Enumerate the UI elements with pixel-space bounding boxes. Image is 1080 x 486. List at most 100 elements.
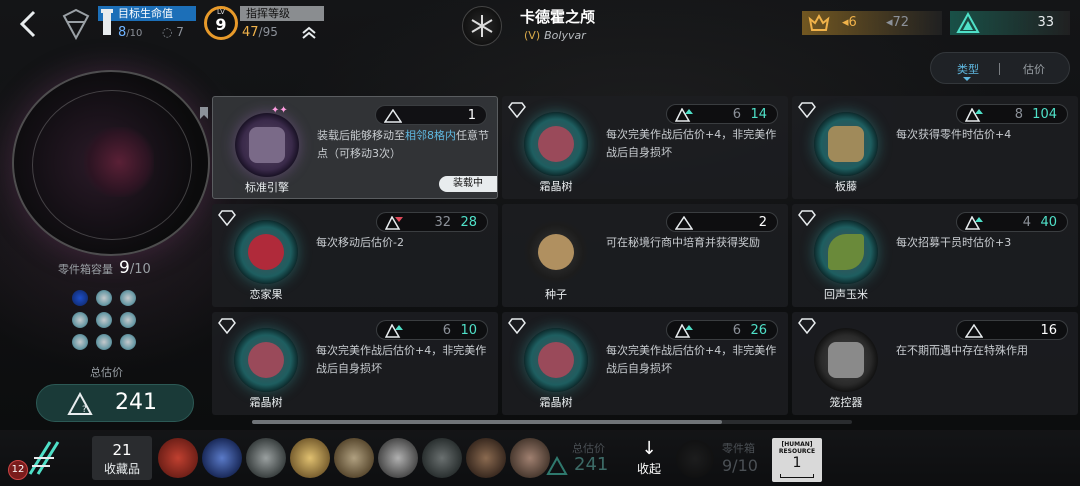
slot-empty: [72, 290, 88, 306]
human-resource-value: 1: [792, 455, 802, 471]
part-card-cage-controller[interactable]: 16 在不期而遇中存在特殊作用 笼控器: [792, 312, 1078, 415]
diamond-icon: [798, 210, 816, 226]
collection-button[interactable]: 21 收藏品: [92, 436, 152, 480]
relic-item-icon[interactable]: [246, 438, 286, 478]
gold-value-2: ◂72: [886, 15, 910, 30]
shield-value: ◌ 7: [162, 25, 184, 39]
character-subtitle: (V) Bolyvar: [524, 29, 586, 42]
card-description: 每次完美作战后估价+4，非完美作战后自身损坏: [606, 128, 777, 159]
arrow-down-icon: ↓: [641, 438, 657, 459]
card-description: 在不期而遇中存在特殊作用: [896, 344, 1028, 357]
collapse-button[interactable]: ↓ 收起: [628, 440, 670, 480]
diamond-icon: [218, 318, 236, 334]
chevron-down-icon: [963, 77, 971, 81]
equipped-tag: 装载中: [439, 176, 497, 192]
card-description: 装载后能够移动至相邻8格内任意节点（可移动3次）: [317, 129, 489, 160]
card-description: 每次获得零件时估价+4: [896, 128, 1012, 141]
card-name: 笼控器: [829, 396, 863, 409]
relic-item-icon[interactable]: [378, 438, 418, 478]
part-card-echo-corn[interactable]: 4 40 每次招募干员时估价+3 回声玉米: [792, 204, 1078, 307]
frost-crystal-tree-icon: [234, 328, 298, 392]
divider: [999, 63, 1000, 75]
back-button[interactable]: [10, 6, 46, 42]
slot-filled: [120, 290, 136, 306]
card-price: 6 10: [376, 320, 488, 340]
sort-toggle[interactable]: 类型 估价: [930, 52, 1070, 84]
diamond-icon: [798, 102, 816, 118]
teal-currency[interactable]: 33: [950, 11, 1070, 35]
frost-crystal-tree-icon: [524, 328, 588, 392]
card-name: 种子: [545, 288, 567, 301]
card-price: 2: [666, 212, 778, 232]
card-price: 6 26: [666, 320, 778, 340]
relic-item-icon[interactable]: [290, 438, 330, 478]
slot-filled: [96, 290, 112, 306]
card-price: 6 14: [666, 104, 778, 124]
part-card-frost-crystal-tree[interactable]: 6 26 每次完美作战后估价+4，非完美作战后自身损坏 霜晶树: [502, 312, 788, 415]
sparkle-icon: ✦✦: [271, 105, 288, 116]
echo-corn-icon: [814, 220, 878, 284]
card-name: 恋家果: [249, 288, 283, 301]
collection-count: 21: [112, 441, 132, 459]
snowflake-emblem-icon: [471, 15, 493, 37]
value-tag-icon: [675, 216, 693, 230]
value-up-icon: [675, 324, 693, 338]
seed-icon: [524, 220, 588, 284]
frost-crystal-tree-icon: [524, 112, 588, 176]
part-card-frost-crystal-tree[interactable]: 6 10 每次完美作战后估价+4，非完美作战后自身损坏 霜晶树: [212, 312, 498, 415]
gold-currency[interactable]: ◂6 ◂72: [802, 11, 942, 35]
cage-controller-icon: [814, 328, 878, 392]
parts-box-icon: [676, 440, 714, 478]
character-avatar[interactable]: [462, 6, 502, 46]
diamond-icon: [508, 318, 526, 334]
card-description: 可在秘境行商中培育并获得奖励: [606, 236, 760, 249]
card-name: 板藤: [835, 180, 857, 193]
relic-item-icon[interactable]: [466, 438, 506, 478]
sort-by-type-tab[interactable]: 类型: [949, 61, 987, 81]
part-card-seed[interactable]: 2 可在秘境行商中培育并获得奖励 种子: [502, 204, 788, 307]
slot-filled: [72, 334, 88, 350]
card-price: 1: [375, 105, 487, 125]
diamond-icon: [508, 102, 526, 118]
value-tag-icon: [965, 324, 983, 338]
part-card-board-vine[interactable]: 8 104 每次获得零件时估价+4 板藤: [792, 96, 1078, 199]
relic-item-icon[interactable]: [158, 438, 198, 478]
total-value-box: ? 241: [36, 384, 194, 422]
homesick-fruit-icon: [234, 220, 298, 284]
commander-level-panel[interactable]: LV 9 指挥等级 47/95: [204, 6, 324, 40]
back-arrow-icon: [19, 10, 36, 38]
relic-item-icon[interactable]: [422, 438, 462, 478]
crown-emblem-icon: [808, 13, 830, 31]
character-name: 卡德霍之颅: [520, 8, 596, 26]
slot-filled: [120, 312, 136, 328]
part-card-frost-crystal-tree[interactable]: 6 14 每次完美作战后估价+4，非完美作战后自身损坏 霜晶树: [502, 96, 788, 199]
gold-value: ◂6: [842, 15, 857, 30]
bottom-capacity-value: 9/10: [722, 456, 758, 475]
relic-orb: [12, 70, 210, 256]
teal-triangle-icon: [956, 12, 980, 33]
teal-value: 33: [1037, 15, 1054, 30]
card-price: 32 28: [376, 212, 488, 232]
value-down-icon: [385, 216, 403, 230]
collapse-label: 收起: [636, 462, 661, 476]
bottom-capacity-label: 零件箱: [722, 442, 755, 455]
part-card-standard-engine[interactable]: ✦✦ 1 装载后能够移动至相邻8格内任意节点（可移动3次） 标准引擎 装载中: [200, 96, 498, 199]
human-resource-box[interactable]: [HUMAN] RESOURCE 1: [772, 438, 822, 482]
relic-item-icon[interactable]: [202, 438, 242, 478]
horizontal-scrollbar[interactable]: [252, 420, 852, 424]
tower-icon: [101, 9, 113, 35]
card-price: 16: [956, 320, 1068, 340]
target-hp-panel[interactable]: 目标生命值 8/10 ◌ 7: [98, 6, 196, 40]
board-vine-icon: [814, 112, 878, 176]
value-up-icon: [675, 108, 693, 122]
value-up-icon: [965, 216, 983, 230]
relic-item-icon[interactable]: [510, 438, 550, 478]
standard-engine-icon: [235, 113, 299, 177]
sort-by-value-tab[interactable]: 估价: [1015, 61, 1053, 77]
scrollbar-thumb[interactable]: [252, 420, 722, 424]
tray-icon: [780, 474, 814, 478]
card-price: 4 40: [956, 212, 1068, 232]
relic-item-icon[interactable]: [334, 438, 374, 478]
part-card-homesick-fruit[interactable]: 32 28 每次移动后估价-2 恋家果: [212, 204, 498, 307]
commander-exp: 47/95: [242, 25, 278, 40]
